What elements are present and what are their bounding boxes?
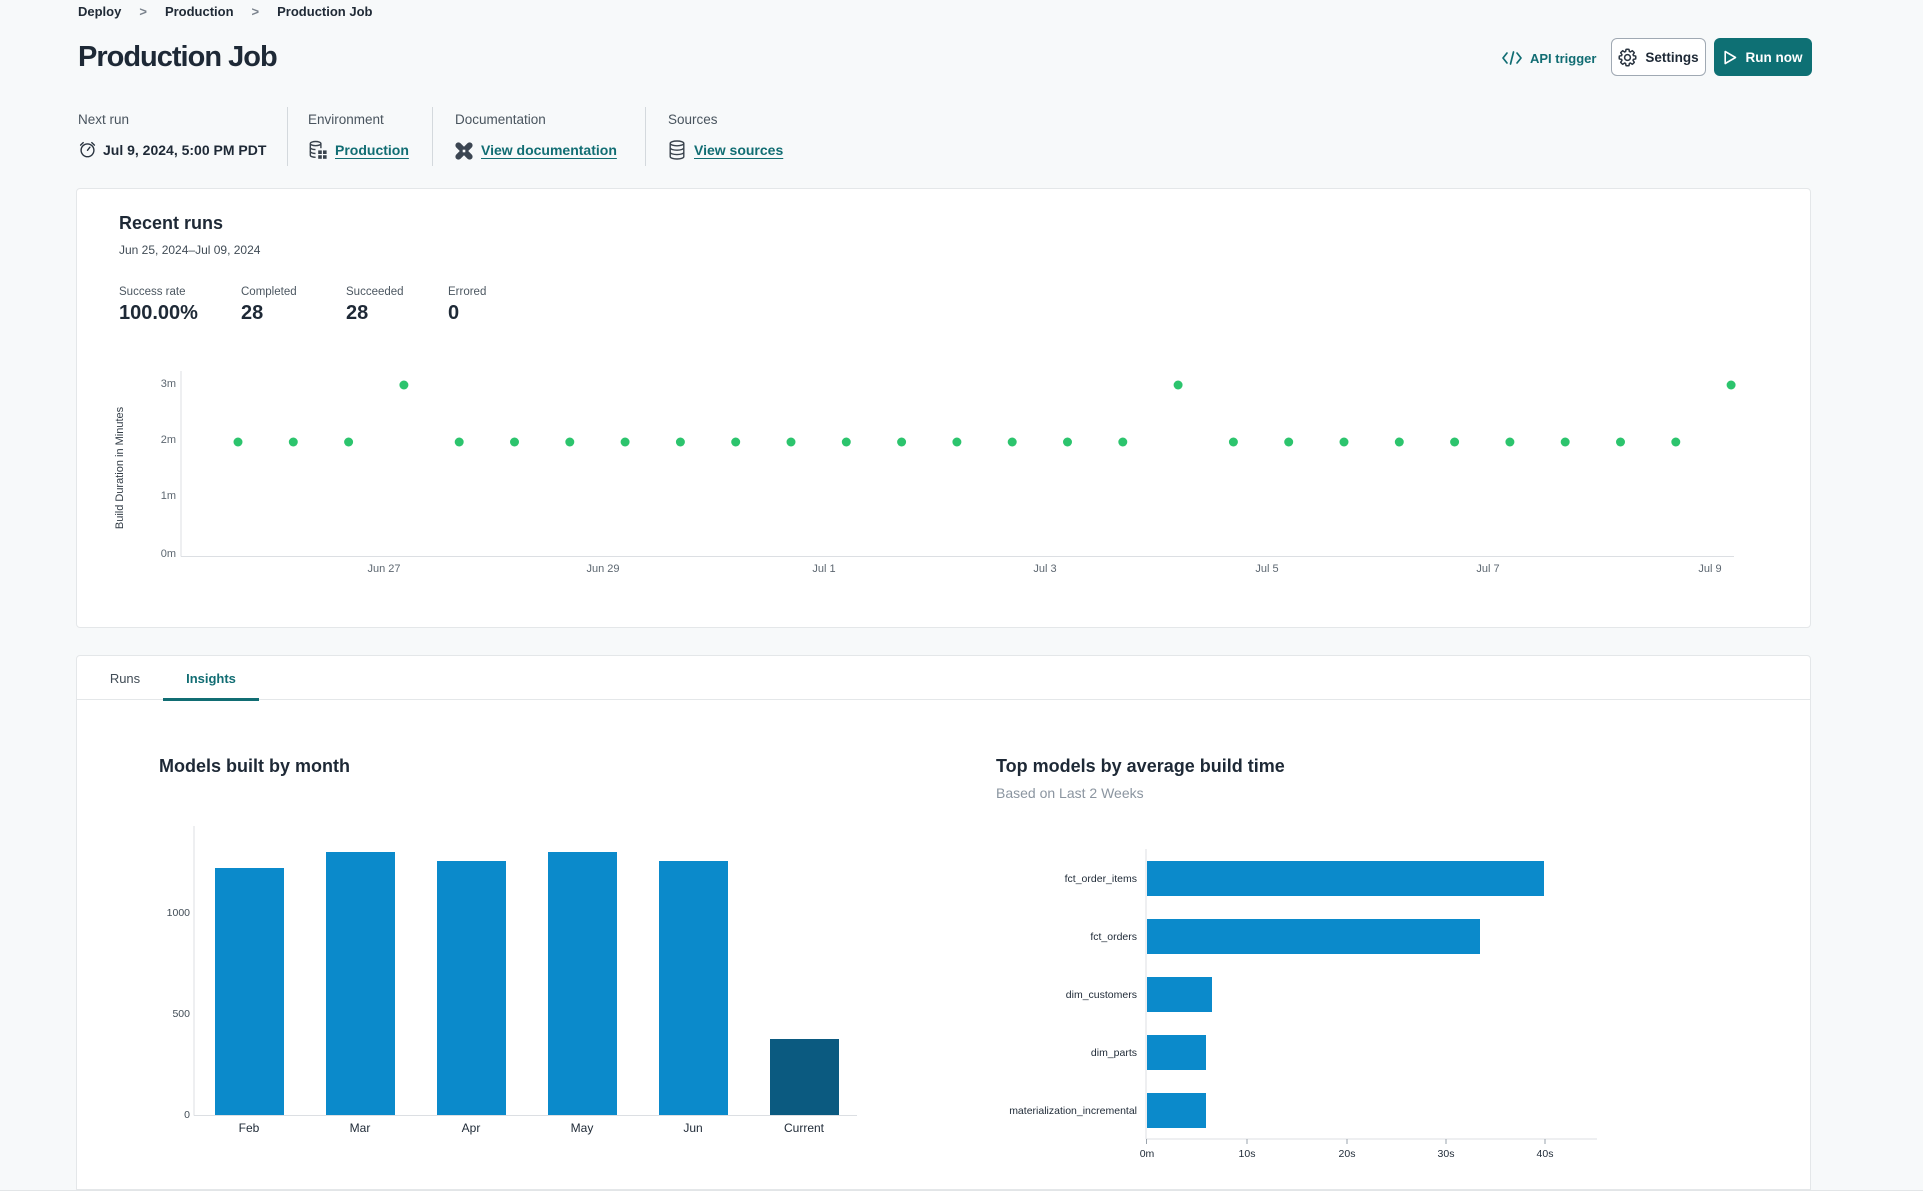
svg-text:Current: Current: [784, 1121, 825, 1135]
svg-text:Jul 9: Jul 9: [1698, 563, 1721, 575]
svg-text:1000: 1000: [167, 907, 191, 919]
svg-text:Build Duration in Minutes: Build Duration in Minutes: [114, 406, 126, 529]
svg-text:0m: 0m: [1140, 1148, 1155, 1160]
svg-text:Apr: Apr: [462, 1121, 481, 1135]
svg-text:3m: 3m: [161, 378, 176, 390]
svg-text:Jul 5: Jul 5: [1255, 563, 1278, 575]
svg-text:dim_parts: dim_parts: [1091, 1047, 1137, 1059]
svg-text:May: May: [571, 1121, 594, 1135]
svg-text:Jul 7: Jul 7: [1476, 563, 1499, 575]
svg-text:500: 500: [172, 1008, 190, 1020]
svg-text:0m: 0m: [161, 548, 176, 560]
svg-text:Feb: Feb: [239, 1121, 260, 1135]
svg-text:materialization_incremental: materialization_incremental: [1009, 1105, 1137, 1117]
svg-text:20s: 20s: [1339, 1148, 1356, 1160]
svg-text:1m: 1m: [161, 490, 176, 502]
svg-text:Jul 1: Jul 1: [812, 563, 835, 575]
svg-text:Jun 27: Jun 27: [367, 563, 400, 575]
svg-text:10s: 10s: [1239, 1148, 1256, 1160]
svg-text:Jun: Jun: [683, 1121, 702, 1135]
svg-text:dim_customers: dim_customers: [1066, 989, 1137, 1001]
svg-text:fct_order_items: fct_order_items: [1065, 873, 1137, 885]
svg-text:0: 0: [184, 1109, 190, 1121]
svg-text:Jun 29: Jun 29: [586, 563, 619, 575]
svg-text:Mar: Mar: [350, 1121, 371, 1135]
svg-text:fct_orders: fct_orders: [1090, 931, 1137, 943]
svg-text:30s: 30s: [1438, 1148, 1455, 1160]
svg-text:2m: 2m: [161, 434, 176, 446]
svg-text:Jul 3: Jul 3: [1033, 563, 1056, 575]
svg-text:40s: 40s: [1537, 1148, 1554, 1160]
